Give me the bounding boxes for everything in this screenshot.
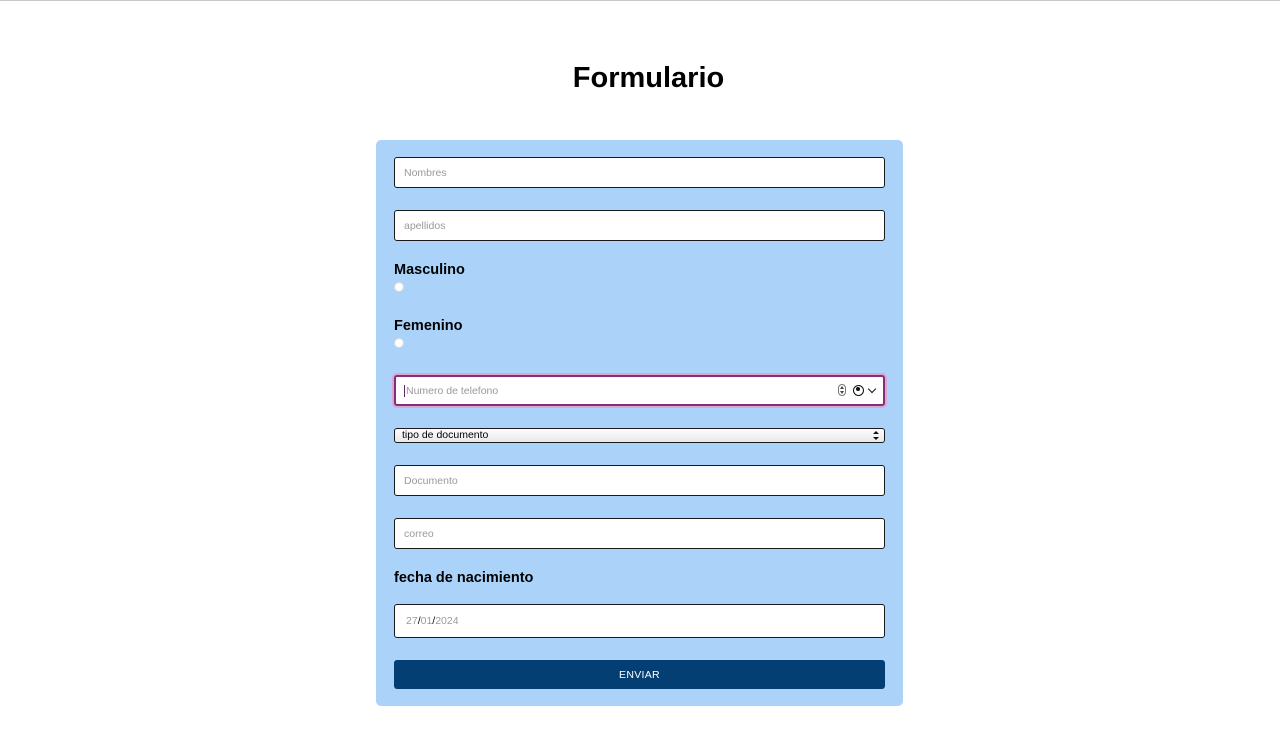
masculino-radio[interactable] — [394, 282, 404, 292]
enviar-button[interactable]: ENVIAR — [394, 660, 885, 689]
chevron-down-icon[interactable] — [867, 384, 877, 393]
femenino-radio[interactable] — [394, 338, 404, 348]
telefono-input[interactable]: Numero de telefono — [394, 375, 885, 406]
apellidos-input[interactable]: apellidos — [394, 210, 885, 241]
number-spinner-icon[interactable] — [838, 384, 846, 396]
fecha-month[interactable]: 01 — [421, 615, 433, 627]
correo-input[interactable]: correo — [394, 518, 885, 549]
fecha-day[interactable]: 27 — [406, 615, 418, 627]
femenino-label: Femenino — [394, 318, 463, 334]
tipo-documento-select[interactable]: tipo de documento — [394, 428, 885, 443]
window-top-border — [0, 0, 1280, 1]
nombres-placeholder: Nombres — [404, 166, 447, 179]
registration-form: Nombres apellidos Masculino Femenino Num… — [376, 140, 903, 706]
fecha-nacimiento-input[interactable]: 27/01/2024 — [394, 604, 885, 638]
fecha-year[interactable]: 2024 — [435, 615, 458, 627]
documento-placeholder: Documento — [404, 474, 458, 487]
page-title: Formulario — [572, 62, 725, 94]
nombres-input[interactable]: Nombres — [394, 157, 885, 188]
correo-placeholder: correo — [404, 527, 434, 540]
apellidos-placeholder: apellidos — [404, 219, 446, 232]
masculino-label: Masculino — [394, 262, 465, 278]
contact-autofill-icon[interactable] — [853, 384, 864, 396]
telefono-placeholder: Numero de telefono — [406, 384, 499, 397]
telefono-controls — [838, 384, 877, 396]
text-cursor — [404, 384, 405, 397]
tipo-documento-selected: tipo de documento — [402, 429, 489, 441]
fecha-nacimiento-label: fecha de nacimiento — [394, 570, 534, 586]
documento-input[interactable]: Documento — [394, 465, 885, 496]
select-arrows-icon — [873, 430, 879, 441]
